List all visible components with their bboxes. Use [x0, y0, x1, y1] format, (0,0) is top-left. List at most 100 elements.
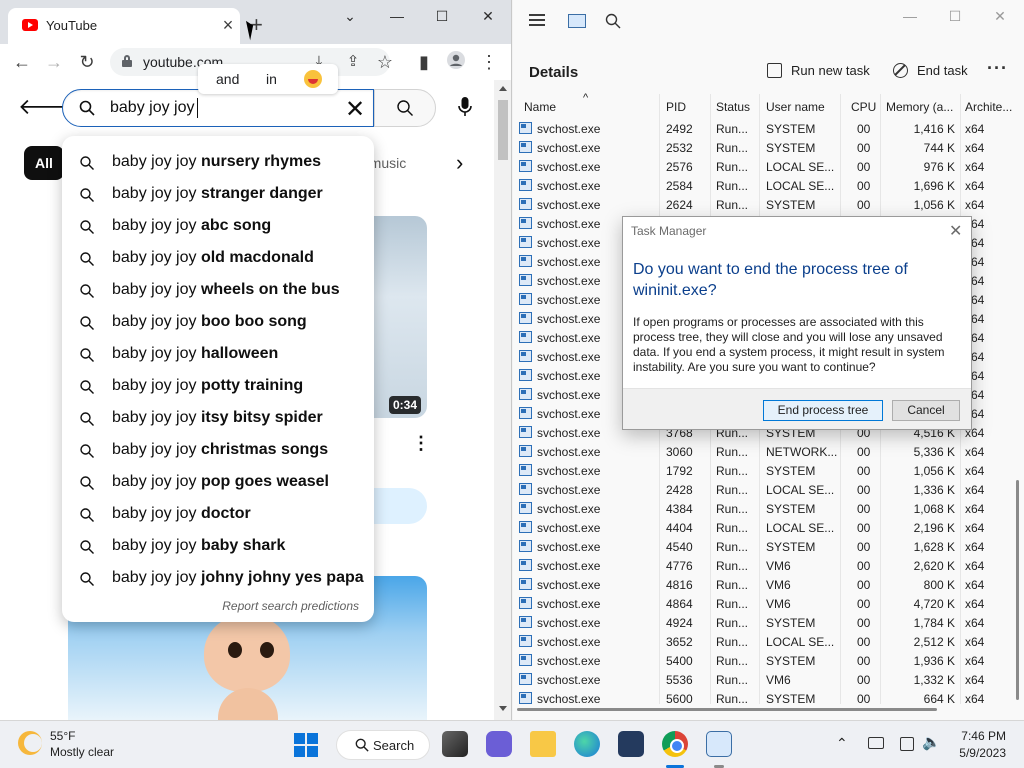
table-row[interactable]: svchost.exe 4384 Run... SYSTEM 00 1,068 K x64 [513, 500, 1024, 519]
word-chip-in[interactable]: in [266, 71, 277, 87]
suggestion-item[interactable]: baby joy joy itsy bitsy spider [62, 403, 374, 435]
minimize-icon[interactable]: — [895, 6, 925, 26]
tab-youtube[interactable]: YouTube × [8, 8, 240, 44]
table-row[interactable]: svchost.exe 4776 Run... VM6 00 2,620 K x64 [513, 557, 1024, 576]
dialog-close-icon[interactable]: ✕ [949, 221, 962, 241]
horizontal-scrollbar[interactable] [517, 708, 937, 711]
search-input[interactable]: baby joy joy ✕ [62, 89, 374, 127]
table-row[interactable]: svchost.exe 3060 Run... NETWORK... 00 5,336 K… [513, 443, 1024, 462]
suggestion-item[interactable]: baby joy joy baby shark [62, 531, 374, 563]
more-options-icon[interactable]: ··· [987, 58, 1008, 79]
vertical-scrollbar[interactable] [1016, 480, 1019, 700]
suggestion-item[interactable]: baby joy joy nursery rhymes [62, 147, 374, 179]
close-window-icon[interactable]: ✕ [473, 6, 503, 26]
search-button[interactable] [374, 89, 436, 127]
column-header-name[interactable]: Name [524, 100, 556, 114]
close-window-icon[interactable]: ✕ [985, 6, 1015, 26]
suggestion-item[interactable]: baby joy joy doctor [62, 499, 374, 531]
task-view-icon[interactable] [442, 731, 468, 757]
scrollbar-thumb[interactable] [498, 100, 508, 160]
profile-avatar-icon[interactable] [444, 50, 468, 74]
chrome-menu-icon[interactable]: ⋮ [477, 50, 501, 74]
table-row[interactable]: svchost.exe 4864 Run... VM6 00 4,720 K x64 [513, 595, 1024, 614]
table-row[interactable]: svchost.exe 5600 Run... SYSTEM 00 664 K x64 [513, 690, 1024, 709]
suggestion-item[interactable]: baby joy joy boo boo song [62, 307, 374, 339]
tray-overflow-chevron-icon[interactable]: ⌃ [836, 735, 848, 752]
search-icon[interactable] [605, 13, 621, 29]
table-row[interactable]: svchost.exe 2492 Run... SYSTEM 00 1,416 K x64 [513, 120, 1024, 139]
cancel-button[interactable]: Cancel [892, 400, 960, 421]
share-icon[interactable]: ⇪ [341, 50, 365, 74]
bookmark-star-icon[interactable]: ☆ [373, 50, 397, 74]
table-row[interactable]: svchost.exe 4924 Run... SYSTEM 00 1,784 K x64 [513, 614, 1024, 633]
network-icon[interactable] [900, 737, 914, 751]
taskbar-search-button[interactable]: Search [336, 730, 430, 760]
clear-search-icon[interactable]: ✕ [345, 95, 365, 124]
maximize-icon[interactable]: ☐ [427, 6, 457, 26]
tab-close-icon[interactable]: × [218, 15, 238, 35]
report-predictions-link[interactable]: Report search predictions [222, 599, 359, 613]
weather-temperature[interactable]: 55°F [50, 729, 75, 743]
clock-time[interactable]: 7:46 PM [948, 729, 1006, 743]
column-header-cpu[interactable]: CPU [851, 100, 876, 114]
video-more-icon[interactable]: ⋮ [412, 433, 430, 454]
video-thumbnail[interactable] [370, 216, 427, 418]
table-row[interactable]: svchost.exe 4816 Run... VM6 00 800 K x64 [513, 576, 1024, 595]
suggestion-item[interactable]: baby joy joy christmas songs [62, 435, 374, 467]
keyboard-icon[interactable] [868, 737, 884, 749]
column-header-status[interactable]: Status [716, 100, 750, 114]
table-row[interactable]: svchost.exe 2624 Run... SYSTEM 00 1,056 K x64 [513, 196, 1024, 215]
table-row[interactable]: svchost.exe 2576 Run... LOCAL SE... 00 976 K x… [513, 158, 1024, 177]
word-chip-and[interactable]: and [216, 71, 239, 87]
video-action-pill[interactable] [370, 488, 427, 524]
edge-browser-icon[interactable] [574, 731, 600, 757]
file-explorer-icon[interactable] [530, 731, 556, 757]
clock-date[interactable]: 5/9/2023 [948, 746, 1006, 760]
table-row[interactable]: svchost.exe 2584 Run... LOCAL SE... 00 1,696 … [513, 177, 1024, 196]
weather-condition[interactable]: Mostly clear [50, 745, 114, 759]
table-row[interactable]: svchost.exe 1792 Run... SYSTEM 00 1,056 K x64 [513, 462, 1024, 481]
back-icon[interactable]: ← [10, 50, 34, 74]
chips-next-icon[interactable]: › [456, 150, 463, 176]
suggestion-item[interactable]: baby joy joy old macdonald [62, 243, 374, 275]
laughing-emoji-icon[interactable] [304, 70, 322, 88]
side-panel-icon[interactable]: ▮ [412, 50, 436, 74]
table-row[interactable]: svchost.exe 3652 Run... LOCAL SE... 00 2,512 … [513, 633, 1024, 652]
suggestion-item[interactable]: baby joy joy halloween [62, 339, 374, 371]
volume-icon[interactable]: 🔈 [922, 733, 941, 751]
lock-icon[interactable] [122, 55, 132, 67]
end-process-tree-button[interactable]: End process tree [763, 400, 883, 421]
table-row[interactable]: svchost.exe 5536 Run... VM6 00 1,332 K x64 [513, 671, 1024, 690]
maximize-icon[interactable]: ☐ [940, 6, 970, 26]
suggestion-item[interactable]: baby joy joy johny johny yes papa [62, 563, 374, 595]
table-row[interactable]: svchost.exe 4540 Run... SYSTEM 00 1,628 K x64 [513, 538, 1024, 557]
page-scrollbar[interactable] [494, 80, 511, 720]
weather-moon-icon[interactable] [18, 731, 42, 755]
suggestion-item[interactable]: baby joy joy wheels on the bus [62, 275, 374, 307]
reload-icon[interactable]: ↻ [75, 50, 99, 74]
forward-icon[interactable]: → [42, 50, 66, 74]
suggestion-item[interactable]: baby joy joy abc song [62, 211, 374, 243]
search-query[interactable]: baby joy joy [110, 99, 195, 117]
column-header-arch[interactable]: Archite... [965, 100, 1012, 114]
column-header-username[interactable]: User name [766, 100, 825, 114]
scroll-up-icon[interactable] [499, 86, 507, 91]
chip-all[interactable]: All [24, 146, 64, 180]
table-row[interactable]: svchost.exe 4404 Run... LOCAL SE... 00 2,196 … [513, 519, 1024, 538]
hamburger-menu-icon[interactable] [529, 14, 545, 26]
tab-search-chevron-icon[interactable]: ⌄ [335, 6, 365, 26]
scroll-down-icon[interactable] [499, 706, 507, 711]
teams-chat-icon[interactable] [486, 731, 512, 757]
column-header-pid[interactable]: PID [666, 100, 686, 114]
chrome-icon[interactable] [662, 731, 688, 757]
table-row[interactable]: svchost.exe 2428 Run... LOCAL SE... 00 1,336 … [513, 481, 1024, 500]
suggestion-item[interactable]: baby joy joy potty training [62, 371, 374, 403]
task-manager-icon[interactable] [706, 731, 732, 757]
table-row[interactable]: svchost.exe 2532 Run... SYSTEM 00 744 K x64 [513, 139, 1024, 158]
table-row[interactable]: svchost.exe 5400 Run... SYSTEM 00 1,936 K x64 [513, 652, 1024, 671]
suggestion-item[interactable]: baby joy joy pop goes weasel [62, 467, 374, 499]
minimize-icon[interactable]: — [382, 6, 412, 26]
column-header-memory[interactable]: Memory (a... [886, 100, 953, 114]
start-button-windows-icon[interactable] [294, 733, 318, 757]
microphone-icon[interactable] [458, 97, 472, 117]
